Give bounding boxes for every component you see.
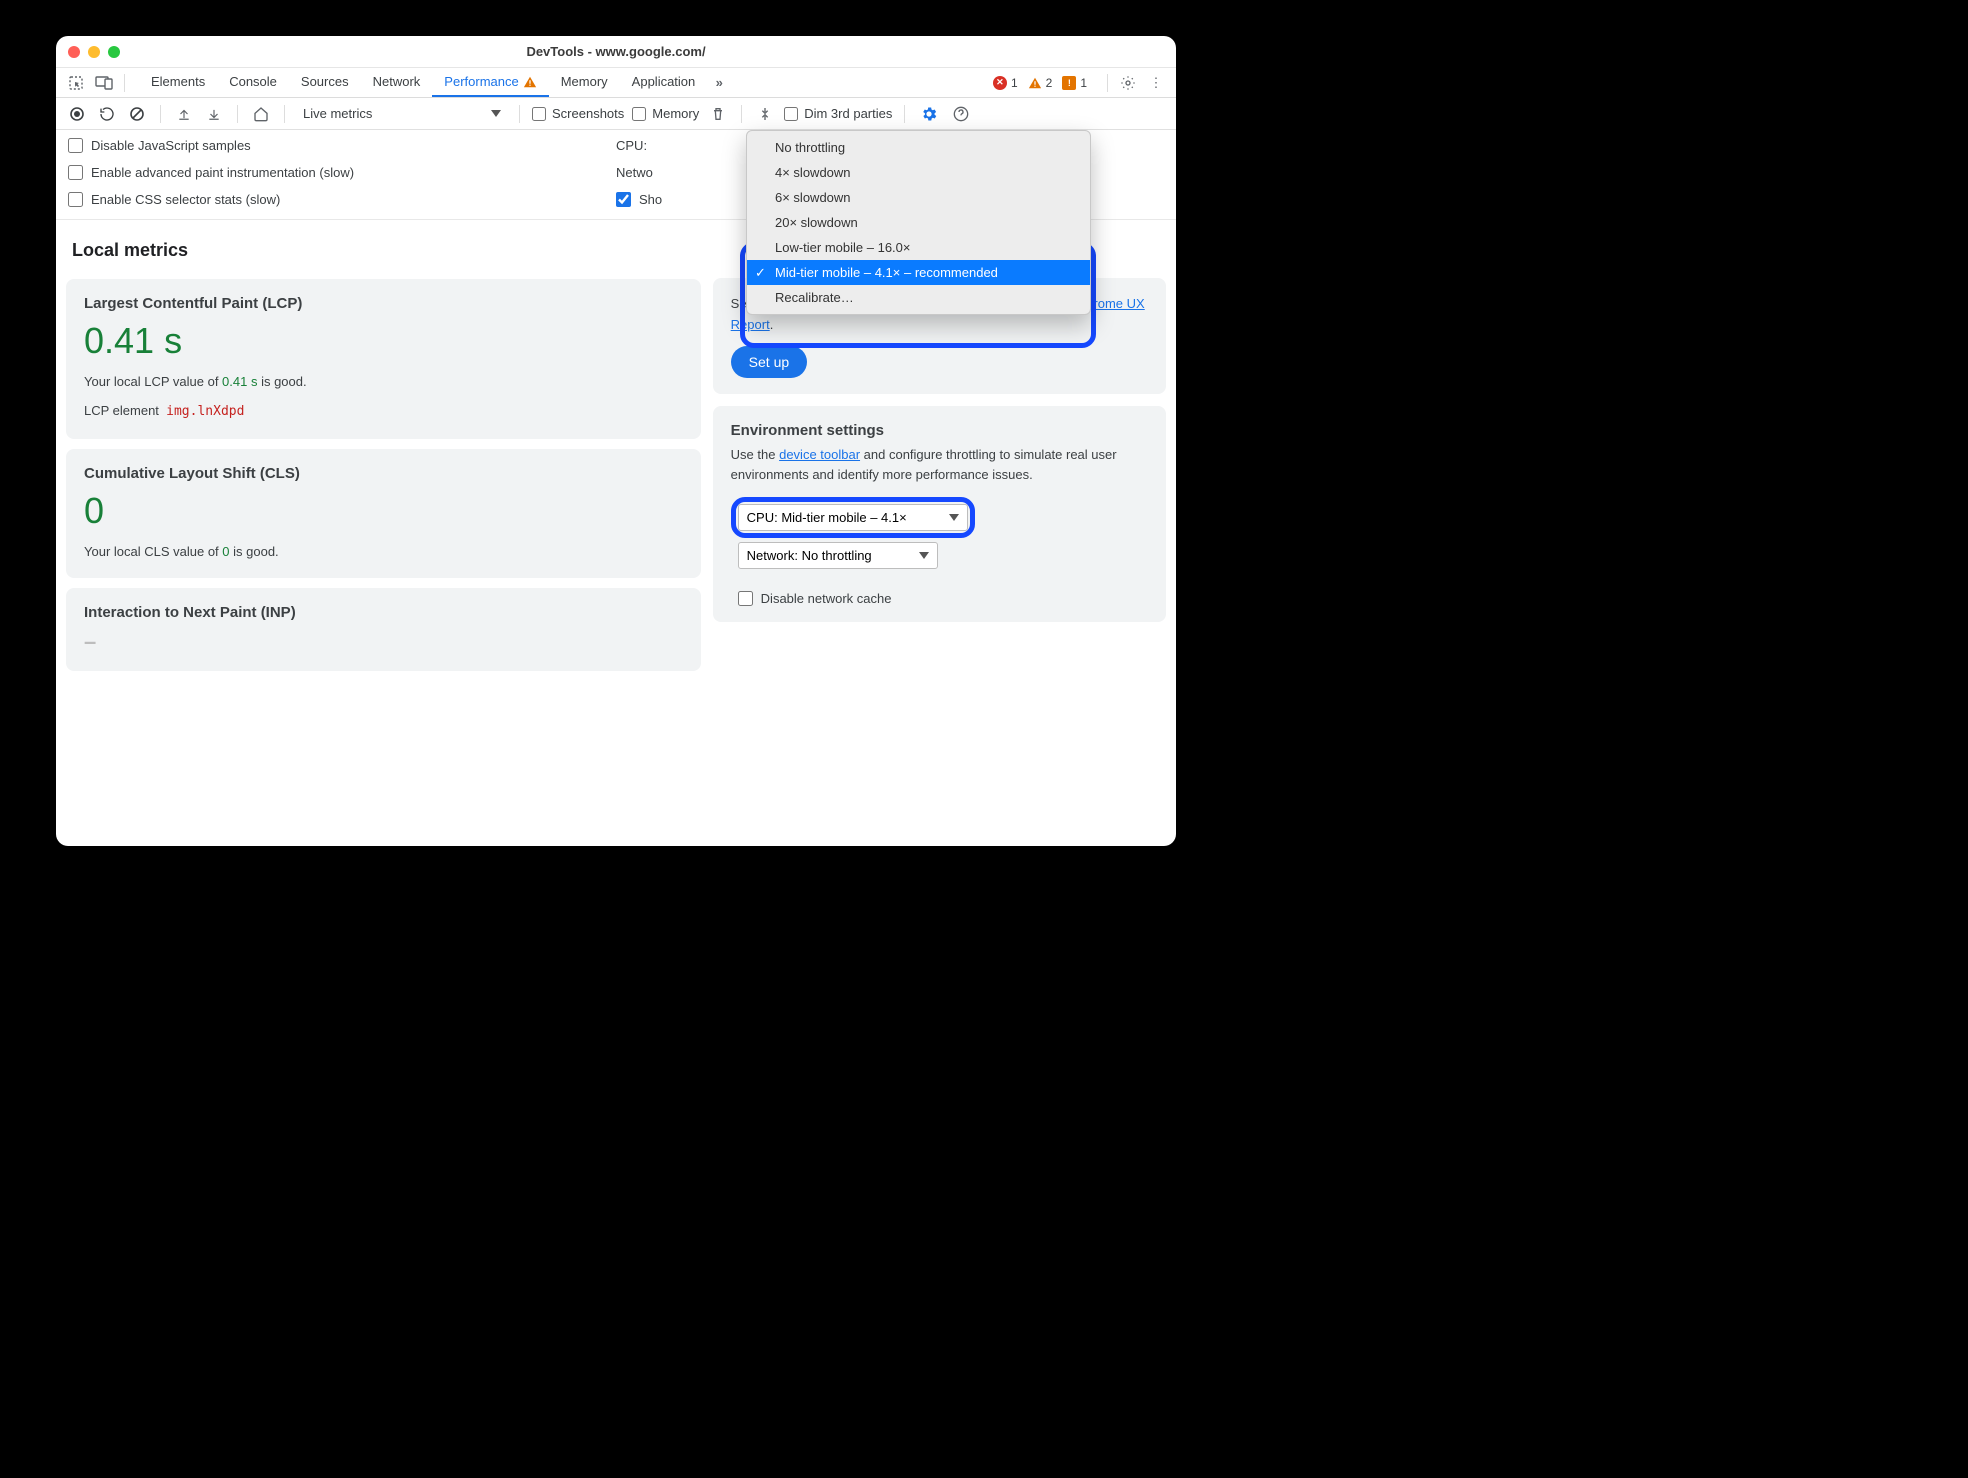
cpu-select-label: CPU: Mid-tier mobile – 4.1× (747, 510, 907, 525)
dropdown-item-recalibrate[interactable]: Recalibrate… (747, 285, 1090, 310)
cpu-label: CPU: (616, 138, 647, 153)
disable-js-checkbox[interactable]: Disable JavaScript samples (68, 138, 616, 153)
inp-title: Interaction to Next Paint (INP) (84, 604, 683, 621)
device-toolbar-link[interactable]: device toolbar (779, 447, 860, 462)
tab-console[interactable]: Console (217, 68, 289, 97)
crux-text-post: . (770, 317, 774, 332)
tab-memory[interactable]: Memory (549, 68, 620, 97)
lcp-text-post: is good. (257, 374, 306, 389)
error-count: 1 (1011, 76, 1018, 90)
issue-badges[interactable]: ✕ 1 2 ! 1 (993, 76, 1093, 90)
css-selector-checkbox[interactable]: Enable CSS selector stats (slow) (68, 192, 616, 207)
dropdown-item-4x[interactable]: 4× slowdown (747, 160, 1090, 185)
dim-checkbox[interactable]: Dim 3rd parties (784, 106, 892, 121)
chevron-down-icon (491, 110, 501, 117)
record-icon[interactable] (66, 103, 88, 125)
device-toolbar-icon[interactable] (92, 71, 116, 95)
environment-settings-card: Environment settings Use the device tool… (713, 406, 1166, 622)
css-selector-label: Enable CSS selector stats (slow) (91, 192, 280, 207)
warning-triangle-icon (523, 75, 537, 89)
kebab-menu-icon[interactable]: ⋮ (1144, 71, 1168, 95)
adv-paint-label: Enable advanced paint instrumentation (s… (91, 165, 354, 180)
dropdown-item-low-tier[interactable]: Low-tier mobile – 16.0× (747, 235, 1090, 260)
cls-text-pre: Your local CLS value of (84, 544, 222, 559)
cls-title: Cumulative Layout Shift (CLS) (84, 465, 683, 482)
network-label: Netwo (616, 165, 653, 180)
capture-settings-band: Disable JavaScript samples Enable advanc… (56, 130, 1176, 220)
devtools-window: DevTools - www.google.com/ Elements Cons… (56, 36, 1176, 846)
dropdown-item-no-throttling[interactable]: No throttling (747, 135, 1090, 160)
capture-settings-gear-icon[interactable] (917, 102, 941, 126)
chevron-down-icon (919, 552, 929, 559)
lcp-text-val: 0.41 s (222, 374, 257, 389)
download-icon[interactable] (203, 103, 225, 125)
tab-sources[interactable]: Sources (289, 68, 361, 97)
issue-count: 1 (1080, 76, 1087, 90)
gc-icon[interactable] (707, 103, 729, 125)
clear-icon[interactable] (126, 103, 148, 125)
cls-card: Cumulative Layout Shift (CLS) 0 Your loc… (66, 449, 701, 579)
network-select[interactable]: Network: No throttling (738, 542, 938, 569)
lcp-card: Largest Contentful Paint (LCP) 0.41 s Yo… (66, 279, 701, 439)
cls-text-post: is good. (230, 544, 279, 559)
inp-card: Interaction to Next Paint (INP) – (66, 588, 701, 671)
cls-value: 0 (84, 490, 683, 532)
disable-js-label: Disable JavaScript samples (91, 138, 251, 153)
upload-icon[interactable] (173, 103, 195, 125)
memory-checkbox[interactable]: Memory (632, 106, 699, 121)
lcp-text-pre: Your local LCP value of (84, 374, 222, 389)
lcp-title: Largest Contentful Paint (LCP) (84, 295, 683, 312)
tab-application[interactable]: Application (620, 68, 708, 97)
tab-network[interactable]: Network (361, 68, 433, 97)
dim-label: Dim 3rd parties (804, 106, 892, 121)
adv-paint-checkbox[interactable]: Enable advanced paint instrumentation (s… (68, 165, 616, 180)
tab-elements[interactable]: Elements (139, 68, 217, 97)
issue-badge-icon: ! (1062, 76, 1076, 90)
callout-box-cpu-select: CPU: Mid-tier mobile – 4.1× (731, 497, 975, 538)
env-settings-title: Environment settings (731, 422, 1148, 439)
error-badge-icon: ✕ (993, 76, 1007, 90)
inspect-icon[interactable] (64, 71, 88, 95)
cls-text-val: 0 (222, 544, 229, 559)
network-select-label: Network: No throttling (747, 548, 872, 563)
metrics-select-label: Live metrics (303, 106, 372, 121)
local-metrics-heading: Local metrics (72, 240, 701, 261)
screenshots-checkbox[interactable]: Screenshots (532, 106, 624, 121)
lcp-element-label: LCP element (84, 403, 159, 418)
collapse-icon[interactable] (754, 103, 776, 125)
panel-tabbar: Elements Console Sources Network Perform… (56, 68, 1176, 98)
dropdown-item-6x[interactable]: 6× slowdown (747, 185, 1090, 210)
cpu-throttle-dropdown[interactable]: No throttling 4× slowdown 6× slowdown 20… (746, 130, 1091, 315)
disable-cache-label: Disable network cache (761, 591, 892, 606)
home-icon[interactable] (250, 103, 272, 125)
dropdown-item-mid-tier[interactable]: Mid-tier mobile – 4.1× – recommended (747, 260, 1090, 285)
chevron-down-icon (949, 514, 959, 521)
dropdown-item-20x[interactable]: 20× slowdown (747, 210, 1090, 235)
env-text-pre: Use the (731, 447, 779, 462)
more-tabs-icon[interactable]: » (707, 71, 731, 95)
warning-count: 2 (1046, 76, 1053, 90)
disable-network-cache-checkbox[interactable]: Disable network cache (738, 591, 1148, 606)
cpu-select[interactable]: CPU: Mid-tier mobile – 4.1× (738, 504, 968, 531)
performance-toolbar: Live metrics Screenshots Memory Dim 3rd … (56, 98, 1176, 130)
metrics-select[interactable]: Live metrics (297, 104, 507, 123)
tab-performance-label: Performance (444, 74, 518, 89)
window-title: DevTools - www.google.com/ (56, 44, 1176, 59)
warning-badge-icon (1028, 76, 1042, 90)
show-label: Sho (639, 192, 662, 207)
inp-value: – (84, 629, 683, 655)
window-titlebar: DevTools - www.google.com/ (56, 36, 1176, 68)
tab-performance[interactable]: Performance (432, 68, 548, 97)
settings-gear-icon[interactable] (1116, 71, 1140, 95)
setup-button[interactable]: Set up (731, 346, 807, 378)
screenshots-label: Screenshots (552, 106, 624, 121)
lcp-value: 0.41 s (84, 320, 683, 362)
help-icon[interactable] (949, 102, 973, 126)
lcp-element-value[interactable]: img.lnXdpd (166, 404, 244, 419)
memory-label: Memory (652, 106, 699, 121)
reload-icon[interactable] (96, 103, 118, 125)
